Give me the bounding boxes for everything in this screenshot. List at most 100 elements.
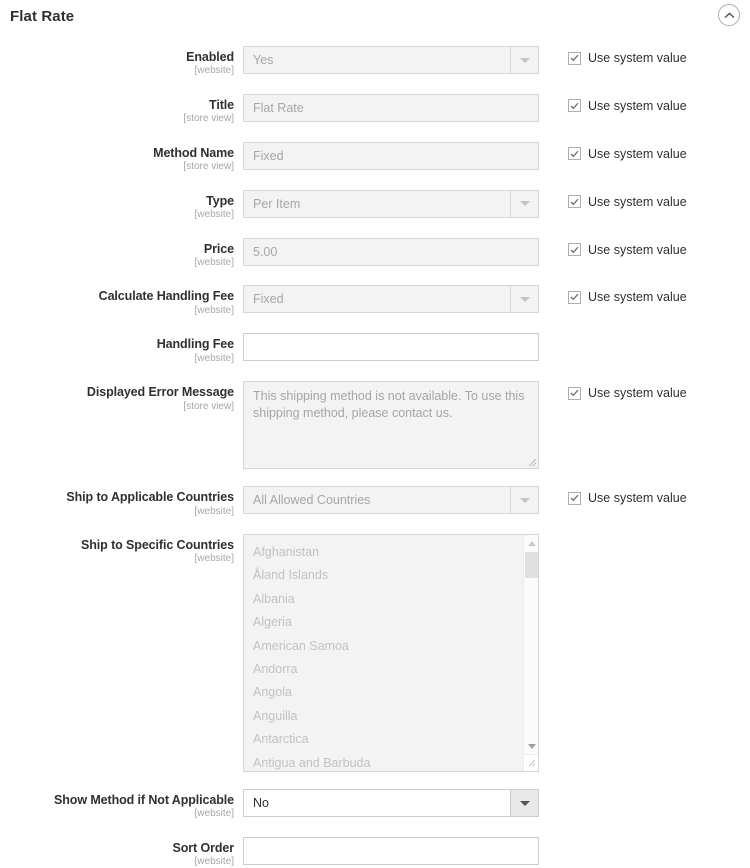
field-row-calculate-handling-fee: Calculate Handling Fee [website] Fixed U… bbox=[0, 285, 750, 316]
country-option[interactable]: American Samoa bbox=[244, 635, 538, 658]
country-option[interactable]: Afghanistan bbox=[244, 541, 538, 564]
country-option[interactable]: Andorra bbox=[244, 658, 538, 681]
use-system-value-label: Use system value bbox=[588, 51, 687, 65]
label-text: Price bbox=[203, 241, 234, 256]
check-icon bbox=[568, 99, 581, 113]
check-icon bbox=[568, 386, 581, 400]
label-text: Enabled bbox=[186, 50, 234, 64]
use-system-value-price[interactable]: Use system value bbox=[568, 243, 750, 257]
page-title: Flat Rate bbox=[10, 8, 75, 25]
triangle-down-icon[interactable] bbox=[524, 739, 538, 753]
use-system-value-title[interactable]: Use system value bbox=[568, 99, 750, 113]
displayed-error-message-value: This shipping method is not available. T… bbox=[253, 389, 525, 420]
section-header: Flat Rate bbox=[0, 0, 750, 32]
field-label-show-method-if-not-applicable: Show Method if Not Applicable [website] bbox=[0, 789, 243, 820]
chevron-up-circle-icon[interactable] bbox=[718, 4, 740, 26]
label-text: Type bbox=[206, 193, 234, 208]
type-select-value: Per Item bbox=[253, 196, 301, 211]
title-input-value: Flat Rate bbox=[253, 100, 304, 115]
field-row-type: Type [website] Per Item Use system value bbox=[0, 189, 750, 221]
calculate-handling-fee-select[interactable]: Fixed bbox=[243, 285, 539, 314]
method-name-input[interactable]: Fixed bbox=[243, 141, 539, 170]
triangle-up-icon[interactable] bbox=[524, 536, 538, 550]
field-row-price: Price [website] 5.00 Use system value bbox=[0, 237, 750, 269]
country-option[interactable]: Angola bbox=[244, 681, 538, 704]
field-row-enabled: Enabled [website] Yes Use system value bbox=[0, 46, 750, 77]
use-system-value-calculate-handling-fee[interactable]: Use system value bbox=[568, 290, 750, 304]
use-system-value-label: Use system value bbox=[588, 146, 687, 161]
field-label-method-name: Method Name [store view] bbox=[0, 142, 243, 173]
price-input-value: 5.00 bbox=[253, 244, 278, 259]
use-system-value-method-name[interactable]: Use system value bbox=[568, 147, 750, 161]
country-option[interactable]: Åland Islands bbox=[244, 564, 538, 587]
use-system-value-label: Use system value bbox=[588, 98, 687, 113]
check-icon bbox=[568, 243, 581, 256]
country-option-list: Afghanistan Åland Islands Albania Algeria Am… bbox=[244, 535, 538, 771]
label-text: Calculate Handling Fee bbox=[98, 289, 234, 304]
chevron-down-icon bbox=[510, 286, 538, 313]
title-input[interactable]: Flat Rate bbox=[243, 93, 539, 122]
scrollbar-thumb[interactable] bbox=[525, 552, 538, 578]
check-icon bbox=[568, 147, 581, 161]
use-system-value-type[interactable]: Use system value bbox=[568, 195, 750, 209]
show-method-if-not-applicable-value: No bbox=[253, 796, 269, 810]
country-option[interactable]: Anguilla bbox=[244, 705, 538, 728]
country-option[interactable]: Albania bbox=[244, 588, 538, 611]
ship-to-specific-countries-multiselect[interactable]: Afghanistan Åland Islands Albania Algeria Am… bbox=[243, 534, 539, 772]
type-select[interactable]: Per Item bbox=[243, 189, 539, 218]
field-label-ship-to-specific-countries: Ship to Specific Countries [website] bbox=[0, 534, 243, 565]
label-scope: [website] bbox=[194, 65, 234, 77]
enabled-select[interactable]: Yes bbox=[243, 46, 539, 74]
label-scope: [website] bbox=[194, 808, 234, 820]
label-scope: [website] bbox=[194, 352, 234, 364]
check-icon bbox=[568, 491, 581, 505]
show-method-if-not-applicable-select[interactable]: No bbox=[243, 789, 539, 817]
field-row-ship-to-specific-countries: Ship to Specific Countries [website] Afg… bbox=[0, 534, 750, 772]
label-text: Method Name bbox=[153, 145, 234, 160]
country-option[interactable]: Algeria bbox=[244, 611, 538, 634]
label-text: Title bbox=[209, 97, 234, 112]
label-scope: [store view] bbox=[183, 161, 234, 173]
enabled-select-value: Yes bbox=[253, 53, 274, 67]
field-label-type: Type [website] bbox=[0, 190, 243, 221]
sort-order-input[interactable] bbox=[243, 836, 539, 865]
label-scope: [store view] bbox=[183, 400, 234, 412]
label-text: Show Method if Not Applicable bbox=[54, 793, 234, 807]
use-system-value-label: Use system value bbox=[588, 290, 687, 305]
field-label-title: Title [store view] bbox=[0, 94, 243, 125]
label-scope: [website] bbox=[194, 505, 234, 517]
label-scope: [website] bbox=[194, 209, 234, 220]
price-input[interactable]: 5.00 bbox=[243, 237, 539, 266]
field-label-sort-order: Sort Order [website] bbox=[0, 837, 243, 868]
use-system-value-label: Use system value bbox=[588, 491, 687, 506]
country-option[interactable]: Antarctica bbox=[244, 728, 538, 751]
multiselect-scrollbar[interactable] bbox=[523, 535, 538, 771]
label-text: Ship to Specific Countries bbox=[81, 538, 234, 552]
use-system-value-ship-to-applicable-countries[interactable]: Use system value bbox=[568, 491, 750, 505]
field-label-price: Price [website] bbox=[0, 238, 243, 269]
label-scope: [website] bbox=[194, 856, 234, 868]
check-icon bbox=[568, 290, 581, 304]
label-text: Sort Order bbox=[172, 840, 234, 855]
field-label-displayed-error-message: Displayed Error Message [store view] bbox=[0, 381, 243, 412]
field-row-sort-order: Sort Order [website] bbox=[0, 836, 750, 868]
method-name-input-value: Fixed bbox=[253, 148, 284, 163]
flat-rate-settings-form: Enabled [website] Yes Use system value T… bbox=[0, 32, 750, 868]
ship-to-applicable-countries-select[interactable]: All Allowed Countries bbox=[243, 486, 539, 515]
field-label-calculate-handling-fee: Calculate Handling Fee [website] bbox=[0, 285, 243, 316]
displayed-error-message-textarea[interactable]: This shipping method is not available. T… bbox=[243, 381, 539, 470]
use-system-value-label: Use system value bbox=[588, 386, 687, 401]
check-icon bbox=[568, 195, 581, 209]
handling-fee-input[interactable] bbox=[243, 333, 539, 362]
label-scope: [website] bbox=[194, 304, 234, 316]
use-system-value-enabled[interactable]: Use system value bbox=[568, 51, 750, 65]
ship-to-applicable-countries-value: All Allowed Countries bbox=[253, 493, 371, 508]
use-system-value-displayed-error-message[interactable]: Use system value bbox=[568, 386, 750, 400]
multiselect-resize-corner[interactable] bbox=[523, 754, 538, 771]
field-row-ship-to-applicable-countries: Ship to Applicable Countries [website] A… bbox=[0, 486, 750, 517]
label-text: Displayed Error Message bbox=[86, 385, 234, 400]
country-option[interactable]: Antigua and Barbuda bbox=[244, 752, 538, 771]
chevron-down-icon bbox=[510, 47, 538, 73]
label-scope: [website] bbox=[194, 553, 234, 565]
field-label-enabled: Enabled [website] bbox=[0, 46, 243, 77]
